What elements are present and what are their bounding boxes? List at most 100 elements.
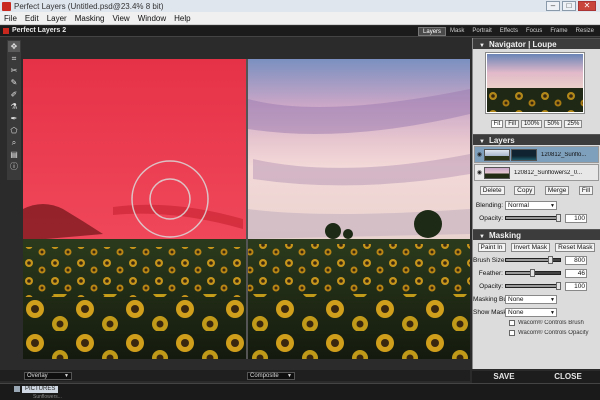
tool-bar: ✥ ⌗ ✂ ✎ ✐ ⚗ ✒ ⬠ ⌕ ▤ ⓘ bbox=[7, 40, 21, 180]
crop-tool-icon[interactable]: ⌗ bbox=[8, 53, 20, 64]
layer-mask-thumbnail[interactable] bbox=[511, 148, 537, 161]
module-tab-layers[interactable]: Layers bbox=[418, 27, 447, 36]
zoom-50-button[interactable]: 50% bbox=[544, 120, 563, 128]
app-name: Perfect Layers 2 bbox=[12, 27, 67, 34]
navigator-thumbnail[interactable] bbox=[485, 52, 585, 114]
menu-file[interactable]: File bbox=[0, 14, 21, 23]
layer-row[interactable]: ◉ 120812_Sunflo... bbox=[474, 146, 599, 163]
show-mask-select[interactable]: None ▼ bbox=[505, 307, 557, 317]
taskbar-tab[interactable]: PICTURES bbox=[22, 386, 59, 393]
module-tabs: Layers Mask Portrait Effects Focus Frame… bbox=[418, 27, 598, 36]
layer-opacity-value[interactable]: 100 bbox=[565, 213, 587, 223]
window-title: Perfect Layers (Untitled.psd@23.4% 8 bit… bbox=[14, 1, 164, 11]
copy-layer-button[interactable]: Copy bbox=[514, 186, 536, 195]
canvas-area[interactable] bbox=[23, 59, 470, 359]
wacom-brush-checkbox[interactable] bbox=[509, 320, 515, 326]
module-tab-resize[interactable]: Resize bbox=[572, 27, 598, 36]
masking-bug-select[interactable]: None ▼ bbox=[505, 294, 557, 304]
layer-thumbnail bbox=[484, 166, 510, 179]
app-icon bbox=[2, 1, 11, 11]
menu-edit[interactable]: Edit bbox=[21, 14, 43, 23]
taskbar: PICTURES Sunflowers... bbox=[0, 383, 600, 400]
merge-layer-button[interactable]: Merge bbox=[544, 186, 570, 195]
maximize-button[interactable]: □ bbox=[562, 1, 576, 11]
wacom-opacity-option[interactable]: Wacom® Controls Opacity bbox=[509, 328, 600, 338]
action-bar: SAVE CLOSE bbox=[472, 371, 600, 383]
left-view-mode-select[interactable]: Overlay ▼ bbox=[24, 372, 72, 380]
module-tab-frame[interactable]: Frame bbox=[546, 27, 571, 36]
layer-buttons: Delete Copy Merge Fill bbox=[475, 186, 598, 195]
folder-icon bbox=[14, 386, 20, 392]
transform-tool-icon[interactable]: ✂ bbox=[8, 65, 20, 76]
app-header: Perfect Layers 2 Layers Mask Portrait Ef… bbox=[0, 26, 600, 37]
feather-value[interactable]: 46 bbox=[565, 268, 587, 278]
layer-thumbnail bbox=[484, 148, 510, 161]
visibility-eye-icon[interactable]: ◉ bbox=[475, 151, 484, 158]
save-button[interactable]: SAVE bbox=[472, 371, 536, 383]
masking-bug-label: Masking Bug: bbox=[473, 295, 505, 303]
paint-bucket-icon[interactable]: ⚗ bbox=[8, 101, 20, 112]
info-icon[interactable]: ⓘ bbox=[8, 161, 20, 172]
menu-help[interactable]: Help bbox=[170, 14, 194, 23]
reset-mask-button[interactable]: Reset Mask bbox=[555, 243, 596, 252]
masking-brush-icon[interactable]: ✎ bbox=[8, 77, 20, 88]
right-view-mode-select[interactable]: Composite ▼ bbox=[247, 372, 295, 380]
collapse-icon: ▼ bbox=[479, 139, 485, 145]
navigator-header[interactable]: ▼ Navigator | Loupe bbox=[473, 38, 600, 49]
masking-header[interactable]: ▼ Masking bbox=[473, 229, 600, 240]
zoom-buttons: Fit Fill 100% 50% 25% bbox=[473, 120, 600, 128]
wacom-opacity-checkbox[interactable] bbox=[509, 330, 515, 336]
feather-label: Feather: bbox=[478, 269, 503, 277]
close-window-button[interactable]: ✕ bbox=[578, 1, 596, 11]
module-tab-mask[interactable]: Mask bbox=[446, 27, 468, 36]
menu-window[interactable]: Window bbox=[134, 14, 170, 23]
layer-row[interactable]: ◉ 120812_Sunflowers2_0... bbox=[474, 164, 599, 181]
layer-opacity-label: Opacity: bbox=[479, 214, 503, 222]
zoom-100-button[interactable]: 100% bbox=[520, 120, 543, 128]
menu-layer[interactable]: Layer bbox=[43, 14, 71, 23]
minimize-button[interactable]: – bbox=[546, 1, 560, 11]
hand-icon[interactable]: ▤ bbox=[8, 149, 20, 160]
layers-header[interactable]: ▼ Layers bbox=[473, 134, 600, 145]
zoom-icon[interactable]: ⌕ bbox=[8, 137, 20, 148]
app-logo-icon bbox=[3, 27, 9, 34]
brush-size-slider[interactable] bbox=[505, 256, 561, 264]
visibility-eye-icon[interactable]: ◉ bbox=[475, 169, 484, 176]
delete-layer-button[interactable]: Delete bbox=[479, 186, 505, 195]
mask-opacity-value[interactable]: 100 bbox=[565, 281, 587, 291]
dropdown-arrow-icon: ▼ bbox=[550, 309, 555, 316]
pen-icon[interactable]: ✒ bbox=[8, 113, 20, 124]
menu-masking[interactable]: Masking bbox=[71, 14, 109, 23]
retouch-brush-icon[interactable]: ✐ bbox=[8, 89, 20, 100]
title-bar: Perfect Layers (Untitled.psd@23.4% 8 bit… bbox=[0, 0, 600, 12]
blending-select[interactable]: Normal ▼ bbox=[505, 200, 557, 210]
zoom-25-button[interactable]: 25% bbox=[564, 120, 583, 128]
menu-view[interactable]: View bbox=[109, 14, 134, 23]
fill-layer-button[interactable]: Fill bbox=[578, 186, 594, 195]
invert-mask-button[interactable]: Invert Mask bbox=[510, 243, 551, 252]
move-tool-icon[interactable]: ✥ bbox=[8, 41, 20, 52]
mask-opacity-slider[interactable] bbox=[505, 282, 561, 290]
show-mask-label: Show Mask: bbox=[473, 308, 505, 316]
blending-label: Blending: bbox=[475, 201, 503, 209]
module-tab-effects[interactable]: Effects bbox=[496, 27, 522, 36]
wacom-brush-option[interactable]: Wacom® Controls Brush bbox=[509, 318, 600, 328]
collapse-icon: ▼ bbox=[479, 234, 485, 240]
layer-opacity-slider[interactable] bbox=[505, 214, 561, 222]
brush-size-value[interactable]: 800 bbox=[565, 255, 587, 265]
paint-in-button[interactable]: Paint In bbox=[477, 243, 506, 252]
dropdown-arrow-icon: ▼ bbox=[550, 202, 555, 209]
shape-icon[interactable]: ⬠ bbox=[8, 125, 20, 136]
zoom-fill-button[interactable]: Fill bbox=[505, 120, 519, 128]
taskbar-subtitle: Sunflowers... bbox=[33, 394, 62, 400]
module-tab-portrait[interactable]: Portrait bbox=[468, 27, 495, 36]
right-panel: ▼ Navigator | Loupe Fit Fill 100% 50% 25%… bbox=[472, 38, 600, 369]
layer-name: 120812_Sunflowers2_0... bbox=[514, 169, 583, 176]
brush-size-label: Brush Size: bbox=[473, 256, 505, 264]
zoom-fit-button[interactable]: Fit bbox=[490, 120, 504, 128]
collapse-icon: ▼ bbox=[479, 43, 485, 49]
feather-slider[interactable] bbox=[505, 269, 561, 277]
module-tab-focus[interactable]: Focus bbox=[522, 27, 546, 36]
close-button[interactable]: CLOSE bbox=[536, 371, 600, 383]
mask-opacity-label: Opacity: bbox=[479, 282, 503, 290]
